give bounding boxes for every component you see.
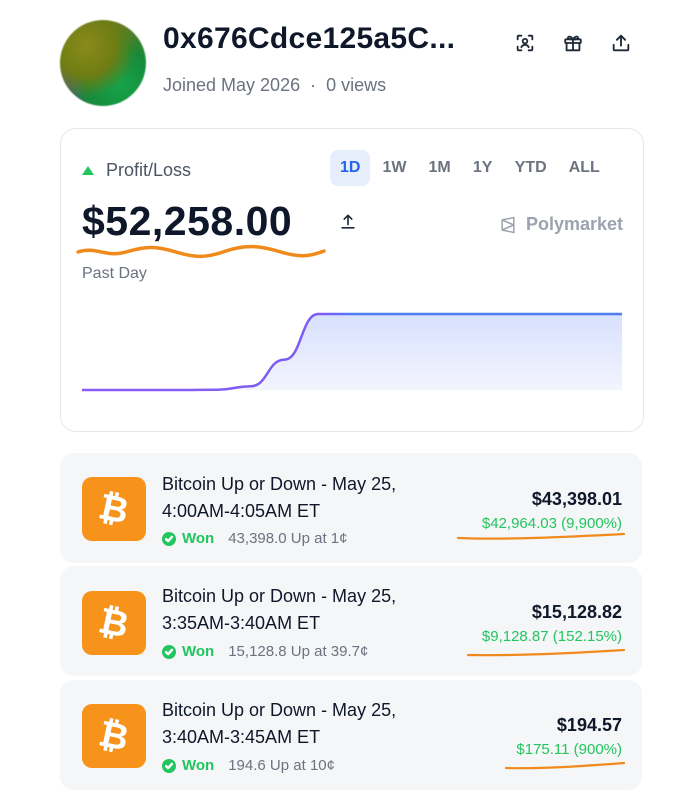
meta-separator: ·: [310, 75, 317, 95]
tab-ytd[interactable]: YTD: [505, 150, 557, 186]
tab-1m[interactable]: 1M: [418, 150, 460, 186]
pnl-chart-area: [82, 314, 622, 390]
won-label: Won: [182, 757, 215, 774]
bitcoin-icon: ₿: [82, 477, 146, 541]
position-title[interactable]: Bitcoin Up or Down - May 25, 3:35AM-3:40…: [162, 583, 442, 637]
position-gain: $9,128.87 (152.15%): [481, 628, 622, 645]
position-gain: $175.11 (900%): [516, 741, 622, 758]
position-value: $43,398.01: [531, 489, 622, 509]
view-count: 0 views: [326, 75, 387, 95]
polymarket-label: Polymarket: [526, 214, 624, 234]
polymarket-logo-icon: [501, 216, 515, 233]
up-triangle-icon: [82, 166, 94, 175]
period-tabs: 1D 1W 1M 1Y YTD ALL: [330, 150, 610, 186]
position-detail: 194.6 Up at 10¢: [228, 757, 335, 774]
share-icon[interactable]: [606, 28, 636, 58]
tab-1w[interactable]: 1W: [372, 150, 416, 186]
position-detail: 15,128.8 Up at 39.7¢: [228, 643, 369, 660]
bitcoin-symbol: ₿: [95, 486, 133, 533]
wallet-address: 0x676Cdce125a5C...: [163, 22, 456, 55]
tab-all[interactable]: ALL: [559, 150, 610, 186]
profile-meta: Joined May 2026 · 0 views: [163, 75, 386, 96]
check-circle-icon: [162, 644, 176, 659]
position-title[interactable]: Bitcoin Up or Down - May 25, 4:00AM-4:05…: [162, 471, 442, 525]
scan-icon[interactable]: [510, 28, 540, 58]
position-status: Won 43,398.0 Up at 1¢: [162, 530, 347, 547]
gain-underline-annotation: [504, 761, 626, 770]
position-status: Won 15,128.8 Up at 39.7¢: [162, 643, 368, 660]
pnl-chart: [82, 312, 622, 392]
bitcoin-icon: ₿: [82, 591, 146, 655]
position-gain: $42,964.03 (9,900%): [481, 515, 622, 532]
position-value: $194.57: [556, 715, 622, 735]
joined-date: Joined May 2026: [163, 75, 301, 95]
avatar: [60, 20, 146, 106]
pnl-label-text: Profit/Loss: [106, 160, 192, 180]
bitcoin-symbol: ₿: [95, 600, 133, 647]
period-label: Past Day: [82, 265, 147, 282]
amount-underline-annotation: [76, 244, 326, 259]
pnl-label: Profit/Loss: [82, 160, 191, 181]
share-pnl-icon[interactable]: [338, 212, 360, 234]
position-title[interactable]: Bitcoin Up or Down - May 25, 3:40AM-3:45…: [162, 697, 442, 751]
won-label: Won: [182, 643, 215, 660]
gain-underline-annotation: [456, 532, 626, 540]
won-label: Won: [182, 530, 215, 547]
bitcoin-icon: ₿: [82, 704, 146, 768]
tab-1y[interactable]: 1Y: [463, 150, 503, 186]
check-circle-icon: [162, 758, 176, 773]
position-status: Won 194.6 Up at 10¢: [162, 757, 335, 774]
gain-underline-annotation: [466, 648, 626, 657]
polymarket-brand: Polymarket: [498, 214, 623, 235]
tab-1d[interactable]: 1D: [330, 150, 371, 186]
gift-icon[interactable]: [558, 28, 588, 58]
position-detail: 43,398.0 Up at 1¢: [228, 530, 348, 547]
position-value: $15,128.82: [531, 602, 622, 622]
bitcoin-symbol: ₿: [95, 713, 133, 760]
check-circle-icon: [162, 531, 176, 546]
